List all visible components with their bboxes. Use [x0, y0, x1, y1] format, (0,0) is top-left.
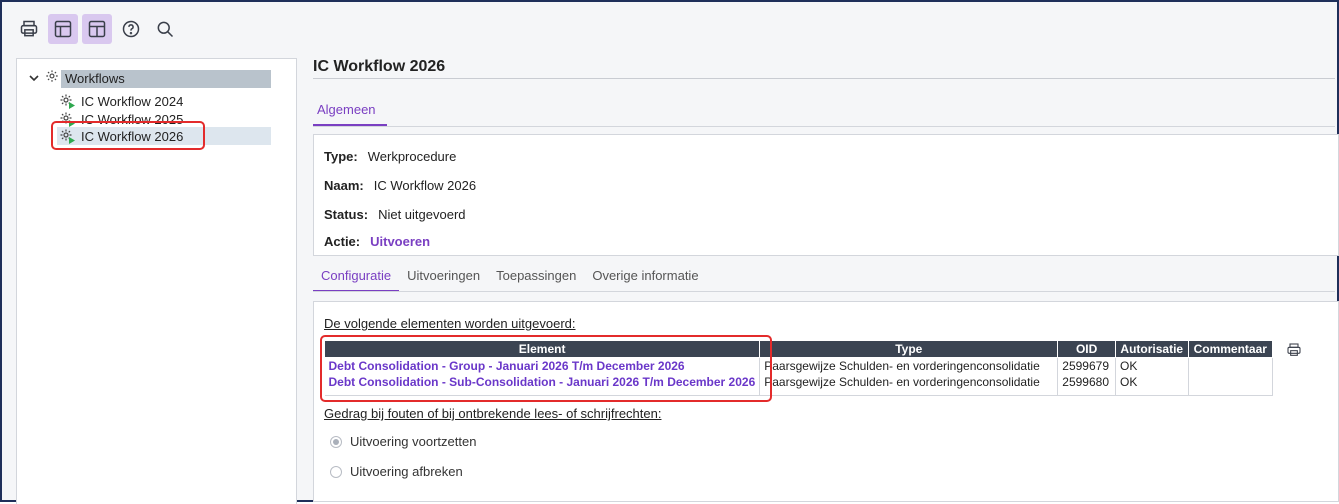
radio-button[interactable]: [330, 435, 342, 448]
column-header[interactable]: Type: [759, 340, 1059, 358]
info-value: IC Workflow 2026: [373, 178, 477, 193]
divider: [313, 126, 1335, 127]
tree-item-label: IC Workflow 2024: [81, 93, 184, 109]
tree-item-label: IC Workflow 2025: [81, 111, 184, 127]
workflow-icon: [59, 128, 75, 144]
info-value: Werkprocedure: [367, 149, 457, 164]
sub-tab-bar: Configuratie Uitvoeringen Toepassingen O…: [313, 266, 707, 292]
tab-overige-informatie[interactable]: Overige informatie: [584, 266, 706, 292]
print-button[interactable]: [14, 14, 44, 44]
uitvoeren-link[interactable]: Uitvoeren: [370, 234, 430, 249]
gear-icon: [45, 69, 59, 86]
configuration-section: De volgende elementen worden uitgevoerd:…: [313, 301, 1339, 502]
toolbar: [14, 14, 180, 46]
table-row: Debt Consolidation - Sub-Consolidation -…: [324, 373, 1274, 390]
tree-item-ic-workflow-2026[interactable]: IC Workflow 2026: [57, 127, 271, 145]
tab-toepassingen[interactable]: Toepassingen: [488, 266, 584, 292]
section-heading: De volgende elementen worden uitgevoerd:: [324, 316, 576, 331]
info-label: Actie:: [324, 234, 361, 249]
search-button[interactable]: [150, 14, 180, 44]
help-button[interactable]: [116, 14, 146, 44]
layout-icon: [54, 20, 72, 38]
info-row-type: Type: Werkprocedure: [324, 149, 456, 164]
tree-root-workflows[interactable]: Workflows: [61, 70, 271, 88]
divider: [313, 78, 1335, 79]
radio-label: Uitvoering afbreken: [350, 464, 463, 479]
tree-item-ic-workflow-2025[interactable]: IC Workflow 2025: [57, 110, 271, 128]
table-row: Debt Consolidation - Group - Januari 202…: [324, 357, 1274, 374]
error-behavior-heading: Gedrag bij fouten of bij ontbrekende lee…: [324, 406, 662, 421]
workflow-icon: [59, 111, 75, 127]
tree-item-ic-workflow-2024[interactable]: IC Workflow 2024: [57, 92, 271, 110]
table-cell: OK: [1115, 357, 1189, 374]
tab-configuratie[interactable]: Configuratie: [313, 266, 400, 292]
tree-item-label: IC Workflow 2026: [81, 128, 184, 144]
divider: [313, 291, 1335, 292]
print-icon: [20, 20, 38, 37]
layout-split-button[interactable]: [82, 14, 112, 44]
tab-algemeen[interactable]: Algemeen: [313, 100, 387, 126]
element-link[interactable]: Debt Consolidation - Sub-Consolidation -…: [324, 373, 761, 390]
info-section: Type: Werkprocedure Naam: IC Workflow 20…: [313, 134, 1339, 256]
tree-panel: Workflows IC Workflow 2024 IC Workflow 2…: [16, 58, 297, 504]
table-row: [324, 389, 1274, 396]
column-header[interactable]: Autorisatie: [1114, 340, 1189, 358]
column-header[interactable]: Element: [323, 340, 761, 358]
column-header[interactable]: OID: [1057, 340, 1116, 358]
workflow-icon: [59, 93, 75, 109]
table-cell: Paarsgewijze Schulden- en vorderingencon…: [759, 373, 1059, 390]
print-table-button[interactable]: [1286, 342, 1304, 360]
elements-table: Element Type OID Autorisatie Commentaar …: [323, 340, 1274, 396]
info-value: Niet uitgevoerd: [378, 207, 466, 222]
table-cell: [1188, 373, 1274, 390]
element-link[interactable]: Debt Consolidation - Group - Januari 202…: [324, 357, 761, 374]
table-cell: [1188, 357, 1274, 374]
table-cell: 2599679: [1057, 357, 1116, 374]
info-label: Status:: [324, 207, 369, 222]
chevron-down-icon[interactable]: [27, 71, 41, 85]
tab-uitvoeringen[interactable]: Uitvoeringen: [399, 266, 488, 292]
table-cell: OK: [1115, 373, 1189, 390]
table-header-row: Element Type OID Autorisatie Commentaar: [323, 340, 1274, 358]
info-row-naam: Naam: IC Workflow 2026: [324, 178, 476, 193]
info-label: Naam:: [324, 178, 364, 193]
detail-panel: IC Workflow 2026 Algemeen Type: Werkproc…: [313, 58, 1339, 502]
page-title: IC Workflow 2026: [313, 58, 446, 75]
radio-uitvoering-voortzetten[interactable]: Uitvoering voortzetten: [330, 434, 476, 449]
layout-button[interactable]: [48, 14, 78, 44]
radio-button[interactable]: [330, 465, 342, 478]
layout-split-icon: [88, 20, 106, 38]
radio-uitvoering-afbreken[interactable]: Uitvoering afbreken: [330, 464, 463, 479]
radio-label: Uitvoering voortzetten: [350, 434, 477, 449]
app-window: Workflows IC Workflow 2024 IC Workflow 2…: [0, 0, 1339, 504]
table-cell: Paarsgewijze Schulden- en vorderingencon…: [759, 357, 1059, 374]
print-icon: [1287, 343, 1301, 356]
tree-root-controls: [27, 69, 59, 86]
table-cell: 2599680: [1057, 373, 1116, 390]
search-icon: [157, 21, 174, 38]
help-icon: [122, 20, 140, 38]
info-row-status: Status: Niet uitgevoerd: [324, 207, 466, 222]
info-row-actie: Actie: Uitvoeren: [324, 234, 430, 249]
info-label: Type:: [324, 149, 358, 164]
column-header[interactable]: Commentaar: [1187, 340, 1274, 358]
